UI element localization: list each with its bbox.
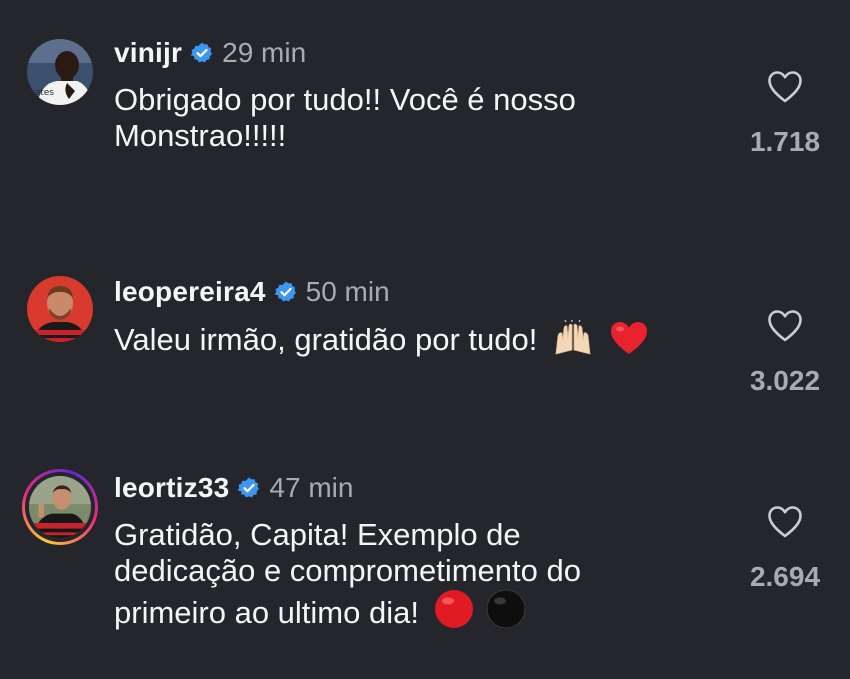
comment-text-line: primeiro ao ultimo dia! bbox=[114, 595, 419, 630]
verified-badge-icon bbox=[274, 281, 296, 302]
comment-header: vinijr 29 min bbox=[114, 36, 306, 70]
black-circle-emoji bbox=[486, 589, 526, 629]
comment-text: Gratidão, Capita! Exemplo de dedicação e… bbox=[114, 517, 724, 631]
comment-text-line: Obrigado por tudo!! Você é nosso bbox=[114, 82, 576, 117]
red-circle-emoji bbox=[434, 590, 473, 628]
comment-text: Obrigado por tudo!! Você é nosso Monstra… bbox=[114, 82, 724, 154]
comment-text-line: Gratidão, Capita! Exemplo de bbox=[114, 517, 521, 552]
like-group: 1.718 bbox=[740, 70, 830, 158]
avatar[interactable]: rates bbox=[22, 34, 98, 110]
like-group: 3.022 bbox=[740, 309, 830, 397]
avatar[interactable] bbox=[22, 271, 98, 347]
red-heart-emoji bbox=[610, 322, 647, 354]
verified-badge-icon bbox=[238, 477, 260, 498]
verified-badge-icon bbox=[190, 42, 213, 63]
comment-header: leortiz33 47 min bbox=[114, 471, 353, 505]
avatar-shirt-text: rates bbox=[31, 88, 54, 98]
comment-time: 29 min bbox=[222, 37, 307, 68]
heart-icon[interactable] bbox=[767, 309, 803, 343]
comment-text-line: Valeu irmão, gratidão por tudo! bbox=[114, 322, 538, 357]
username[interactable]: leopereira4 bbox=[114, 275, 266, 309]
heart-icon[interactable] bbox=[767, 505, 803, 539]
comment-time: 50 min bbox=[305, 276, 390, 307]
comment-time: 47 min bbox=[269, 472, 354, 503]
comment-text-line: dedicação e comprometimento do bbox=[114, 553, 581, 588]
like-group: 2.694 bbox=[740, 505, 830, 593]
username[interactable]: vinijr bbox=[114, 36, 182, 70]
heart-icon[interactable] bbox=[767, 70, 803, 104]
like-count: 2.694 bbox=[749, 561, 821, 592]
avatar[interactable] bbox=[22, 469, 98, 545]
comment-text: Valeu irmão, gratidão por tudo! bbox=[114, 320, 724, 358]
like-count: 3.022 bbox=[749, 365, 821, 396]
like-count: 1.718 bbox=[749, 126, 821, 157]
raising-hands-emoji bbox=[555, 320, 591, 355]
comment-text-line: Monstrao!!!!! bbox=[114, 118, 287, 153]
username[interactable]: leortiz33 bbox=[114, 471, 229, 505]
comment-header: leopereira4 50 min bbox=[114, 275, 390, 309]
